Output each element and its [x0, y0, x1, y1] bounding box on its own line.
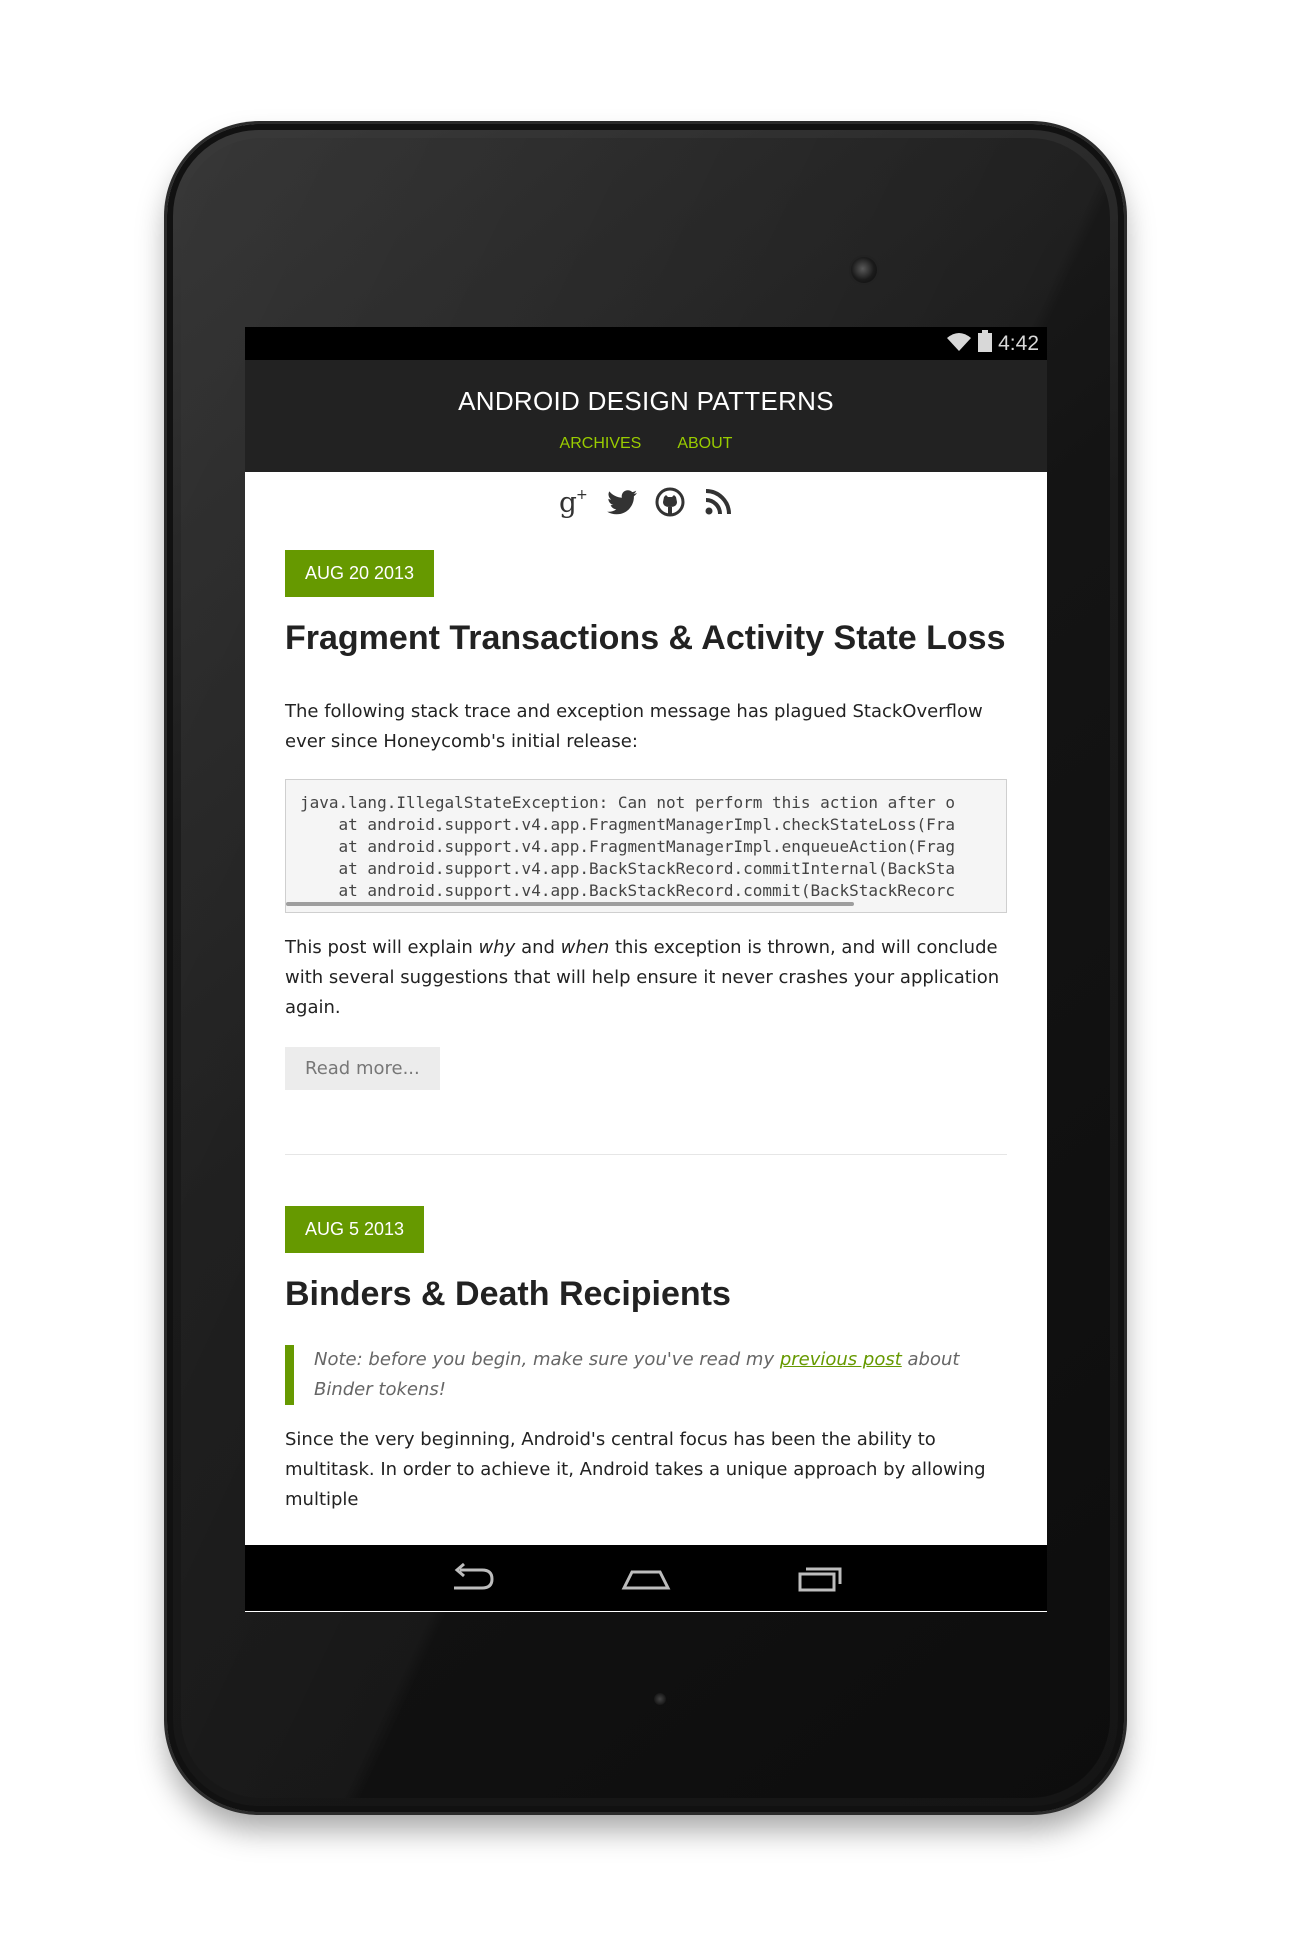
status-time: 4:42 — [998, 332, 1039, 355]
social-links: g + — [285, 472, 1007, 520]
code-horizontal-scrollbar[interactable] — [286, 902, 854, 906]
summary-emphasis-why: why — [478, 937, 516, 958]
summary-text: and — [515, 937, 561, 958]
back-icon[interactable] — [440, 1556, 504, 1600]
google-plus-icon[interactable]: g + — [557, 485, 591, 519]
post-title[interactable]: Fragment Transactions & Activity State L… — [285, 615, 1007, 661]
post-item: AUG 5 2013 Binders & Death Recipients No… — [285, 1155, 1007, 1515]
status-bar: 4:42 — [245, 327, 1047, 360]
rss-icon[interactable] — [701, 485, 735, 519]
home-icon[interactable] — [614, 1556, 678, 1600]
status-right: 4:42 — [946, 329, 1039, 358]
stack-trace-code: java.lang.IllegalStateException: Can not… — [300, 793, 956, 900]
screen: 4:42 ANDROID DESIGN PATTERNS ARCHIVES AB… — [245, 327, 1047, 1612]
post-note-quote: Note: before you begin, make sure you've… — [285, 1345, 1007, 1405]
svg-text:+: + — [576, 487, 588, 503]
site-nav: ARCHIVES ABOUT — [245, 435, 1047, 453]
site-header: ANDROID DESIGN PATTERNS ARCHIVES ABOUT — [245, 360, 1047, 472]
site-title[interactable]: ANDROID DESIGN PATTERNS — [245, 360, 1047, 417]
post-date-badge: AUG 5 2013 — [285, 1206, 425, 1253]
battery-icon — [978, 329, 993, 358]
nav-about-link[interactable]: ABOUT — [677, 435, 732, 453]
post-body: Since the very beginning, Android's cent… — [285, 1429, 986, 1510]
github-icon[interactable] — [653, 485, 687, 519]
read-more-button[interactable]: Read more... — [285, 1047, 440, 1090]
post-date-badge: AUG 20 2013 — [285, 550, 435, 597]
front-camera — [851, 257, 877, 283]
post-summary: This post will explain why and when this… — [285, 933, 1007, 1023]
nav-archives-link[interactable]: ARCHIVES — [560, 435, 642, 453]
post-intro: The following stack trace and exception … — [285, 701, 983, 752]
light-sensor — [654, 1693, 666, 1705]
wifi-icon — [946, 331, 972, 357]
code-block[interactable]: java.lang.IllegalStateException: Can not… — [285, 779, 1007, 913]
svg-text:g: g — [559, 486, 577, 519]
recents-icon[interactable] — [788, 1556, 852, 1600]
summary-emphasis-when: when — [560, 937, 610, 958]
post-item: AUG 20 2013 Fragment Transactions & Acti… — [285, 520, 1007, 1090]
previous-post-link[interactable]: previous post — [780, 1349, 902, 1370]
post-title[interactable]: Binders & Death Recipients — [285, 1271, 1007, 1317]
post-list: g + AUG 20 2013 Fragment Transactions & … — [245, 472, 1047, 1515]
twitter-icon[interactable] — [605, 485, 639, 519]
summary-text: This post will explain — [285, 937, 479, 958]
note-text: Note: before you begin, make sure you've… — [314, 1349, 780, 1370]
system-nav-bar — [245, 1545, 1047, 1611]
